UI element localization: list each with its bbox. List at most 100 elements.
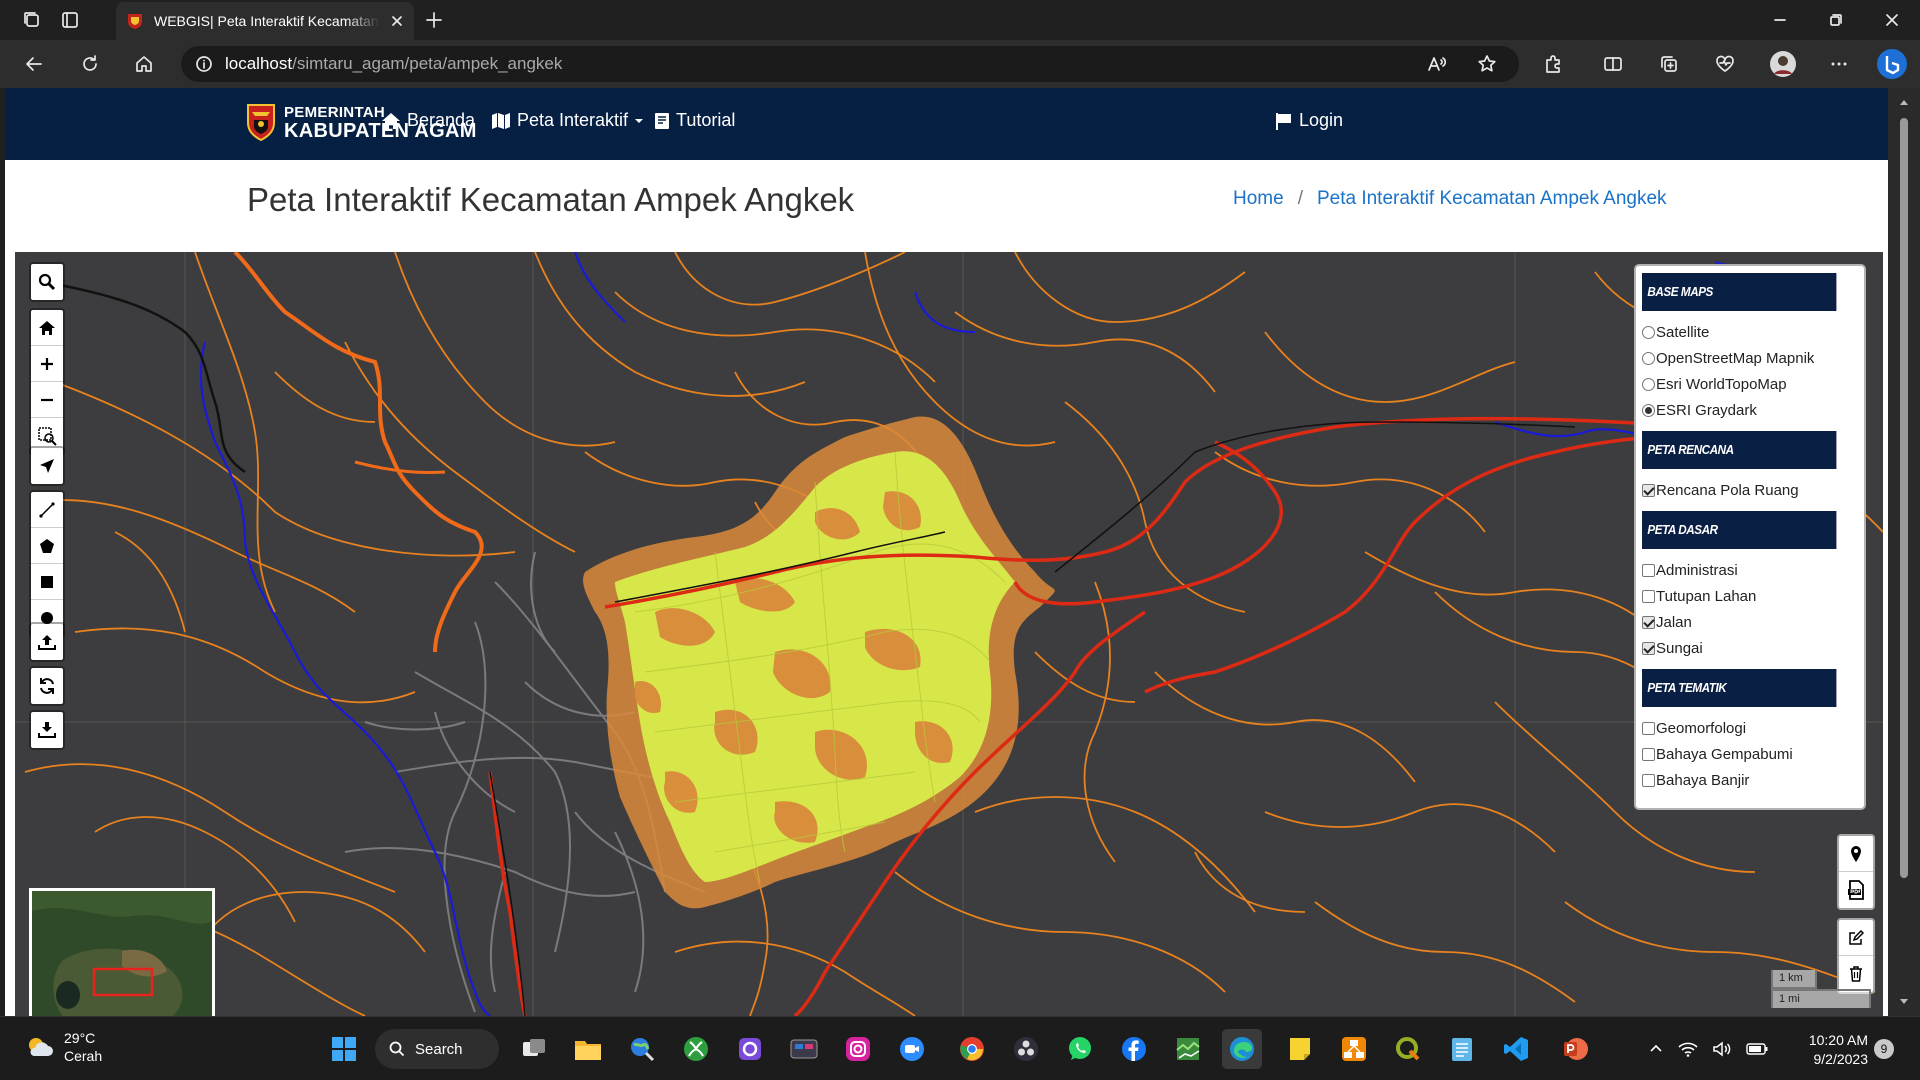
workspaces-icon[interactable] — [18, 6, 46, 34]
weather-widget[interactable]: 29°C Cerah — [24, 1029, 102, 1065]
layer-bahaya-gempabumi[interactable]: Bahaya Gempabumi — [1642, 741, 1858, 767]
refresh-icon[interactable] — [74, 48, 106, 80]
basemap-esri-graydark[interactable]: ESRI Graydark — [1642, 397, 1858, 423]
powerpoint-icon[interactable] — [1556, 1029, 1596, 1069]
close-window-icon[interactable] — [1864, 0, 1920, 40]
collections-icon[interactable] — [1653, 48, 1685, 80]
marker-control[interactable] — [1837, 834, 1875, 910]
split-screen-icon[interactable] — [1597, 48, 1629, 80]
task-view-icon[interactable] — [514, 1029, 554, 1069]
export-pdf-icon[interactable] — [1839, 872, 1873, 908]
wifi-icon[interactable] — [1678, 1041, 1698, 1057]
taskbar-search[interactable]: Search — [375, 1029, 499, 1069]
nav-beranda[interactable]: Beranda — [381, 110, 475, 131]
basemap-satellite[interactable]: Satellite — [1642, 319, 1858, 345]
locate-control[interactable] — [29, 446, 65, 486]
breadcrumb-current[interactable]: Peta Interaktif Kecamatan Ampek Angkek — [1317, 188, 1667, 210]
whatsapp-icon[interactable] — [1060, 1029, 1100, 1069]
map-marker-icon[interactable] — [1839, 836, 1873, 872]
draw-io-icon[interactable] — [1334, 1029, 1374, 1069]
page-scrollbar[interactable] — [1888, 88, 1920, 1016]
zoom-in-icon[interactable] — [31, 346, 63, 382]
instagram-icon[interactable] — [838, 1029, 878, 1069]
radio-osm[interactable] — [1642, 351, 1655, 365]
checkbox-rencana-pola-ruang[interactable] — [1642, 483, 1655, 497]
active-tab[interactable]: WEBGIS| Peta Interaktif Kecamatan Ampek … — [116, 2, 414, 40]
back-icon[interactable] — [18, 48, 50, 80]
home-browser-icon[interactable] — [128, 48, 160, 80]
address-bar[interactable]: localhost/simtaru_agam/peta/ampek_angkek — [181, 46, 1519, 82]
more-menu-icon[interactable] — [1823, 48, 1855, 80]
start-button[interactable] — [324, 1029, 364, 1069]
checkbox-geomorfologi[interactable] — [1642, 721, 1655, 735]
battery-icon[interactable] — [1746, 1042, 1768, 1056]
locate-arrow-icon[interactable] — [31, 448, 63, 484]
read-aloud-icon[interactable] — [1421, 48, 1453, 80]
zoom-control[interactable] — [29, 308, 65, 456]
layer-bahaya-banjir[interactable]: Bahaya Banjir — [1642, 767, 1858, 793]
minimap[interactable] — [29, 888, 215, 1016]
edge-browser-icon[interactable] — [1222, 1029, 1262, 1069]
refresh-map-icon[interactable] — [31, 668, 63, 704]
pola-ruang-polygon[interactable] — [583, 416, 1055, 909]
vertical-tabs-icon[interactable] — [56, 6, 84, 34]
refresh-control[interactable] — [29, 666, 65, 706]
nav-tutorial[interactable]: Tutorial — [654, 110, 735, 131]
chrome-icon[interactable] — [952, 1029, 992, 1069]
taskbar-clock[interactable]: 10:20 AM 9/2/2023 — [1784, 1031, 1868, 1069]
extensions-icon[interactable] — [1537, 48, 1569, 80]
download-control[interactable] — [29, 710, 65, 750]
breadcrumb-home[interactable]: Home — [1233, 188, 1284, 210]
draw-polygon-icon[interactable] — [31, 528, 63, 564]
file-explorer-icon[interactable] — [568, 1029, 608, 1069]
sticky-notes-icon[interactable] — [1280, 1029, 1320, 1069]
nav-peta-interaktif[interactable]: Peta Interaktif — [491, 110, 644, 131]
new-tab-icon[interactable] — [420, 6, 448, 34]
zoom-app-icon[interactable] — [892, 1029, 932, 1069]
checkbox-jalan[interactable] — [1642, 615, 1655, 629]
checkbox-bahaya-banjir[interactable] — [1642, 773, 1655, 787]
draw-polyline-icon[interactable] — [31, 492, 63, 528]
checkbox-bahaya-gempabumi[interactable] — [1642, 747, 1655, 761]
arcgis-icon[interactable] — [1168, 1029, 1208, 1069]
nav-login[interactable]: Login — [1275, 110, 1343, 131]
layer-jalan[interactable]: Jalan — [1642, 609, 1858, 635]
basemap-osm[interactable]: OpenStreetMap Mapnik — [1642, 345, 1858, 371]
search-icon[interactable] — [31, 264, 63, 300]
scroll-down-icon[interactable] — [1888, 992, 1920, 1012]
draw-rectangle-icon[interactable] — [31, 564, 63, 600]
favorite-star-icon[interactable] — [1471, 48, 1503, 80]
upload-icon[interactable] — [31, 624, 63, 660]
notepad-icon[interactable] — [1442, 1029, 1482, 1069]
map-search-app-icon[interactable] — [622, 1029, 662, 1069]
download-icon[interactable] — [31, 712, 63, 748]
clipchamp-icon[interactable] — [730, 1029, 770, 1069]
facebook-icon[interactable] — [1114, 1029, 1154, 1069]
profile-avatar[interactable] — [1767, 48, 1799, 80]
radio-esri-graydark[interactable] — [1642, 403, 1655, 417]
checkbox-administrasi[interactable] — [1642, 563, 1655, 577]
layer-geomorfologi[interactable]: Geomorfologi — [1642, 715, 1858, 741]
minimize-icon[interactable] — [1752, 0, 1808, 40]
checkbox-tutupan-lahan[interactable] — [1642, 589, 1655, 603]
layer-administrasi[interactable]: Administrasi — [1642, 557, 1858, 583]
obs-studio-icon[interactable] — [1006, 1029, 1046, 1069]
close-tab-icon[interactable] — [390, 14, 404, 28]
notification-badge[interactable]: 9 — [1874, 1039, 1894, 1059]
qgis-icon[interactable] — [1388, 1029, 1428, 1069]
basemap-esri-topo[interactable]: Esri WorldTopoMap — [1642, 371, 1858, 397]
layer-rencana-pola-ruang[interactable]: Rencana Pola Ruang — [1642, 477, 1858, 503]
checkbox-sungai[interactable] — [1642, 641, 1655, 655]
zoom-home-icon[interactable] — [31, 310, 63, 346]
map-canvas[interactable] — [15, 252, 1883, 1016]
game-bar-icon[interactable] — [784, 1029, 824, 1069]
browser-essentials-icon[interactable] — [1709, 48, 1741, 80]
url-text[interactable]: localhost/simtaru_agam/peta/ampek_angkek — [225, 54, 562, 74]
layer-tutupan-lahan[interactable]: Tutupan Lahan — [1642, 583, 1858, 609]
scroll-up-icon[interactable] — [1888, 92, 1920, 112]
copilot-icon[interactable] — [1876, 48, 1908, 80]
radio-esri-topo[interactable] — [1642, 377, 1655, 391]
zoom-out-icon[interactable] — [31, 382, 63, 418]
radio-satellite[interactable] — [1642, 325, 1655, 339]
restore-icon[interactable] — [1808, 0, 1864, 40]
